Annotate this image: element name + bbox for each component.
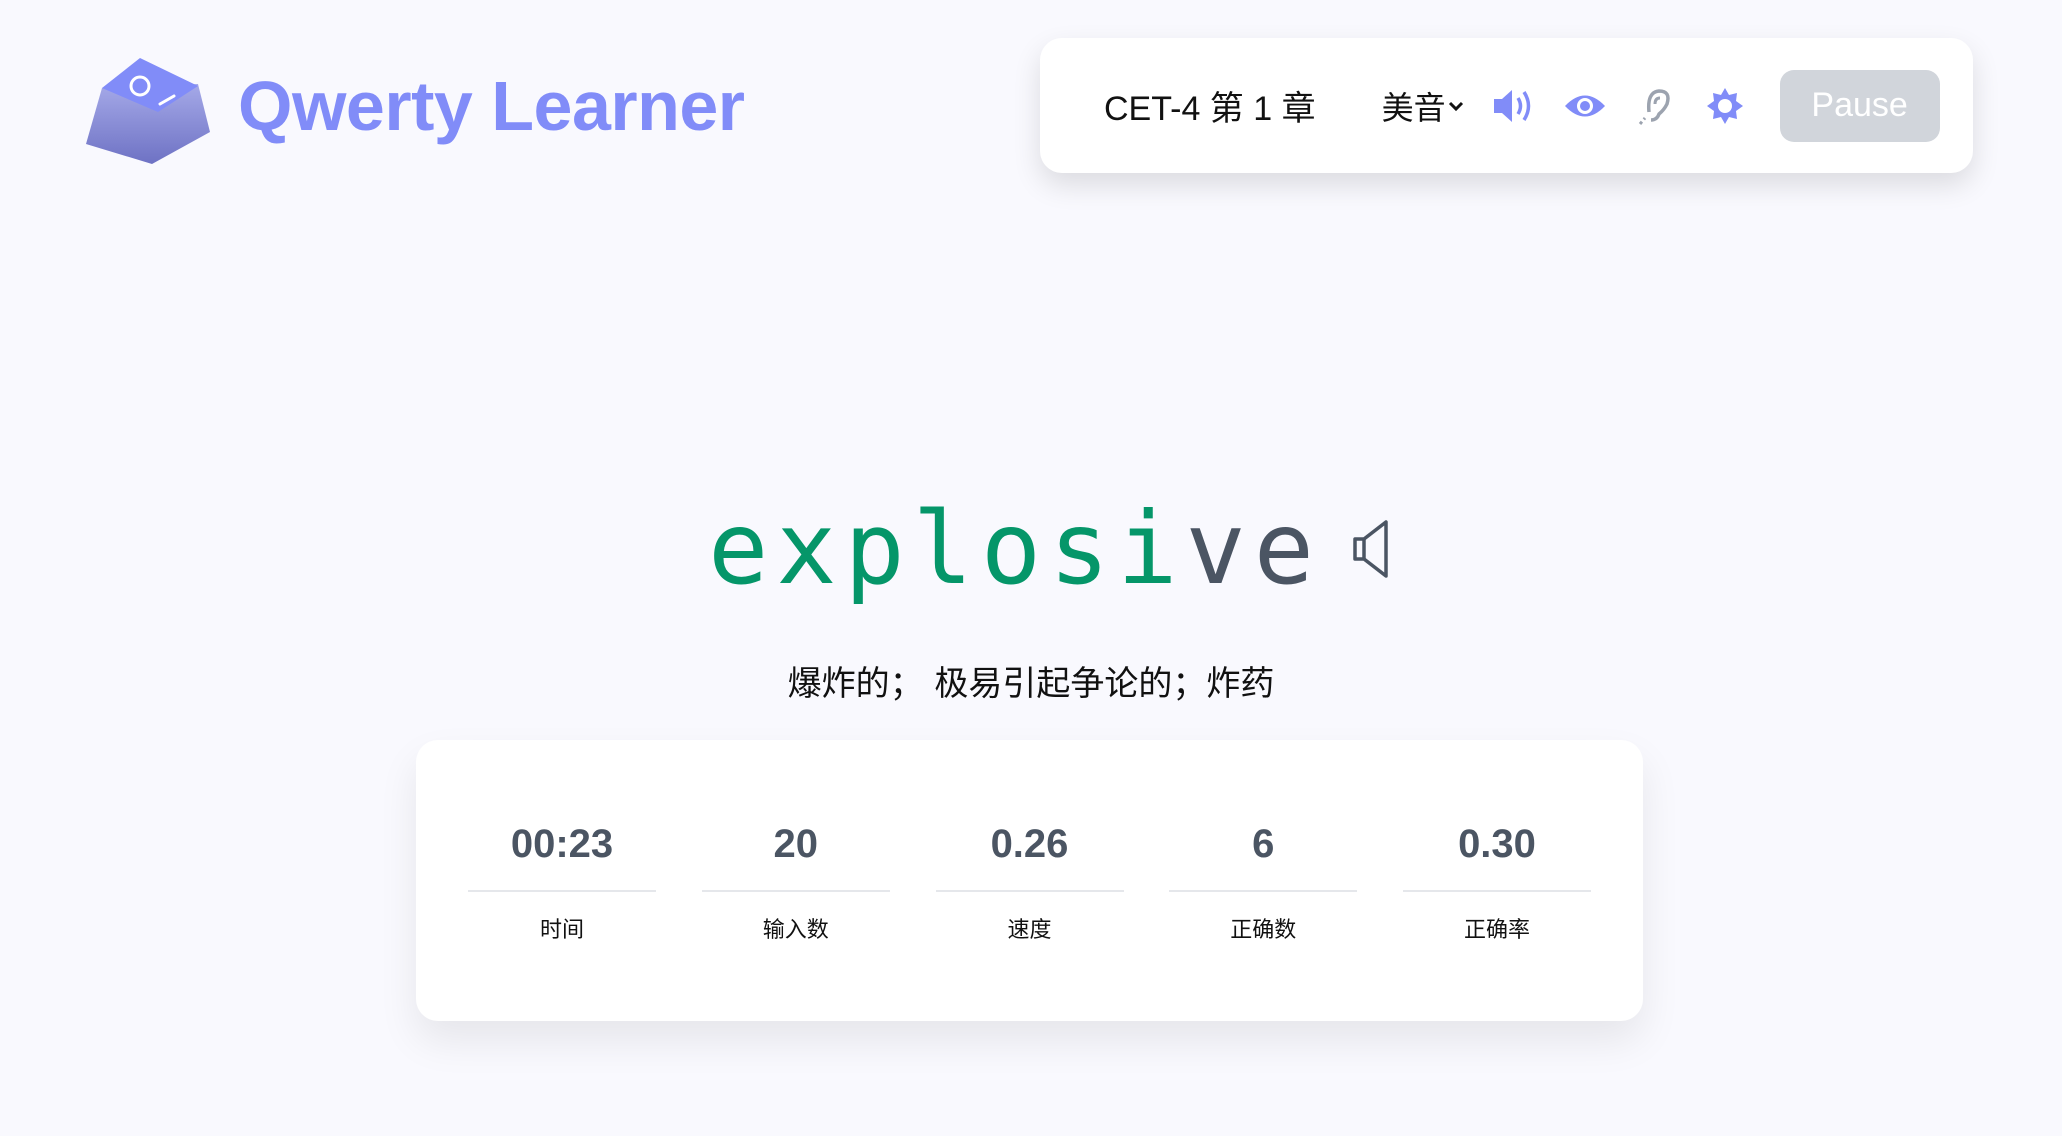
divider bbox=[1403, 890, 1591, 892]
remaining-letters: ve bbox=[1185, 490, 1322, 607]
toolbar: CET-4 第 1 章 美音 Pause bbox=[1040, 38, 1973, 173]
typed-letters: explosi bbox=[708, 490, 1186, 607]
app-title: Qwerty Learner bbox=[238, 67, 745, 145]
stat-value: 6 bbox=[1252, 822, 1275, 866]
word-translation: 爆炸的； 极易引起争论的；炸药 bbox=[787, 664, 1275, 704]
keycap-logo-icon bbox=[86, 58, 210, 164]
divider bbox=[935, 890, 1124, 892]
stat-value: 20 bbox=[773, 822, 819, 866]
stats-panel: 00:23 时间 20 输入数 0.26 速度 6 正确数 0.30 正确率 bbox=[416, 740, 1643, 1021]
divider bbox=[468, 890, 656, 892]
stat-correct-count: 6 正确数 bbox=[1169, 740, 1358, 1021]
logo[interactable]: Qwerty Learner bbox=[84, 48, 745, 164]
stat-label: 输入数 bbox=[762, 918, 829, 943]
chapter-selector[interactable]: CET-4 第 1 章 bbox=[1104, 81, 1316, 130]
accent-selector[interactable]: 美音 bbox=[1382, 83, 1466, 129]
stat-label: 速度 bbox=[1007, 918, 1052, 943]
divider bbox=[1169, 890, 1358, 892]
stat-label: 时间 bbox=[539, 918, 584, 943]
sun-icon[interactable] bbox=[1702, 83, 1748, 129]
stat-speed: 0.26 速度 bbox=[935, 740, 1124, 1021]
stat-value: 00:23 bbox=[510, 822, 614, 866]
volume-icon[interactable] bbox=[1492, 83, 1538, 129]
eye-icon[interactable] bbox=[1562, 83, 1608, 129]
stat-label: 正确数 bbox=[1230, 918, 1297, 943]
divider bbox=[701, 890, 890, 892]
word-display: explosive bbox=[0, 490, 2062, 607]
pause-button[interactable]: Pause bbox=[1779, 69, 1940, 142]
current-word: explosive bbox=[708, 490, 1322, 607]
speaker-icon[interactable] bbox=[1352, 519, 1392, 579]
stat-label: 正确率 bbox=[1463, 918, 1530, 943]
ear-icon[interactable] bbox=[1632, 83, 1678, 129]
stat-value: 0.30 bbox=[1458, 822, 1536, 866]
stat-time: 00:23 时间 bbox=[468, 740, 656, 1021]
stat-accuracy: 0.30 正确率 bbox=[1403, 740, 1591, 1021]
stat-value: 0.26 bbox=[990, 822, 1069, 866]
chevron-down-icon bbox=[1448, 101, 1463, 111]
accent-label: 美音 bbox=[1381, 89, 1446, 126]
stat-input-count: 20 输入数 bbox=[701, 740, 890, 1021]
